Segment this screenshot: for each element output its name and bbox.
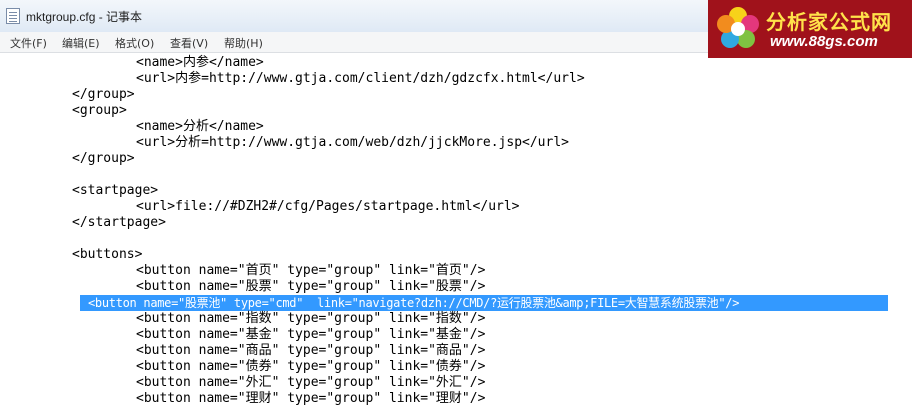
text-line: <button name="商品" type="group" link="商品"… [136,343,486,358]
text-line: <button name="基金" type="group" link="基金"… [136,327,486,342]
text-line: </group> [72,151,135,166]
watermark-url: www.88gs.com [770,33,878,50]
window-title: mktgroup.cfg - 记事本 [26,10,143,24]
text-line: <group> [72,103,127,118]
selected-text-line: <button name="股票池" type="cmd" link="navi… [80,295,888,311]
watermark-logo: 分析家公式网 www.88gs.com [708,0,912,58]
menu-file[interactable]: 文件(F) [10,35,47,51]
text-line: <url>分析=http://www.gtja.com/web/dzh/jjck… [136,135,569,150]
text-line: <button name="指数" type="group" link="指数"… [136,311,486,326]
menu-edit[interactable]: 编辑(E) [62,35,100,51]
text-line: </startpage> [72,215,166,230]
text-line: <buttons> [72,247,143,262]
text-line: <name>分析</name> [136,119,264,134]
watermark-name: 分析家公式网 [766,10,892,34]
text-line: <name>内参</name> [136,55,264,70]
text-line: <startpage> [72,183,159,198]
text-line: <button name="外汇" type="group" link="外汇"… [136,375,486,390]
text-line: </group> [72,87,135,102]
text-editor[interactable]: <name>内参</name> <url>内参=http://www.gtja.… [0,53,912,408]
text-line: <button name="债券" type="group" link="债券"… [136,359,486,374]
flower-logo-icon [717,7,759,48]
text-line: <button name="首页" type="group" link="首页"… [136,263,486,278]
menu-format[interactable]: 格式(O) [115,35,154,51]
menu-help[interactable]: 帮助(H) [224,35,263,51]
notepad-icon [6,8,20,24]
text-line: <url>file://#DZH2#/cfg/Pages/startpage.h… [136,199,520,214]
text-line: <button name="理财" type="group" link="理财"… [136,391,486,406]
text-line: <url>内参=http://www.gtja.com/client/dzh/g… [136,71,585,86]
menu-view[interactable]: 查看(V) [170,35,208,51]
text-line: <button name="股票" type="group" link="股票"… [136,279,486,294]
